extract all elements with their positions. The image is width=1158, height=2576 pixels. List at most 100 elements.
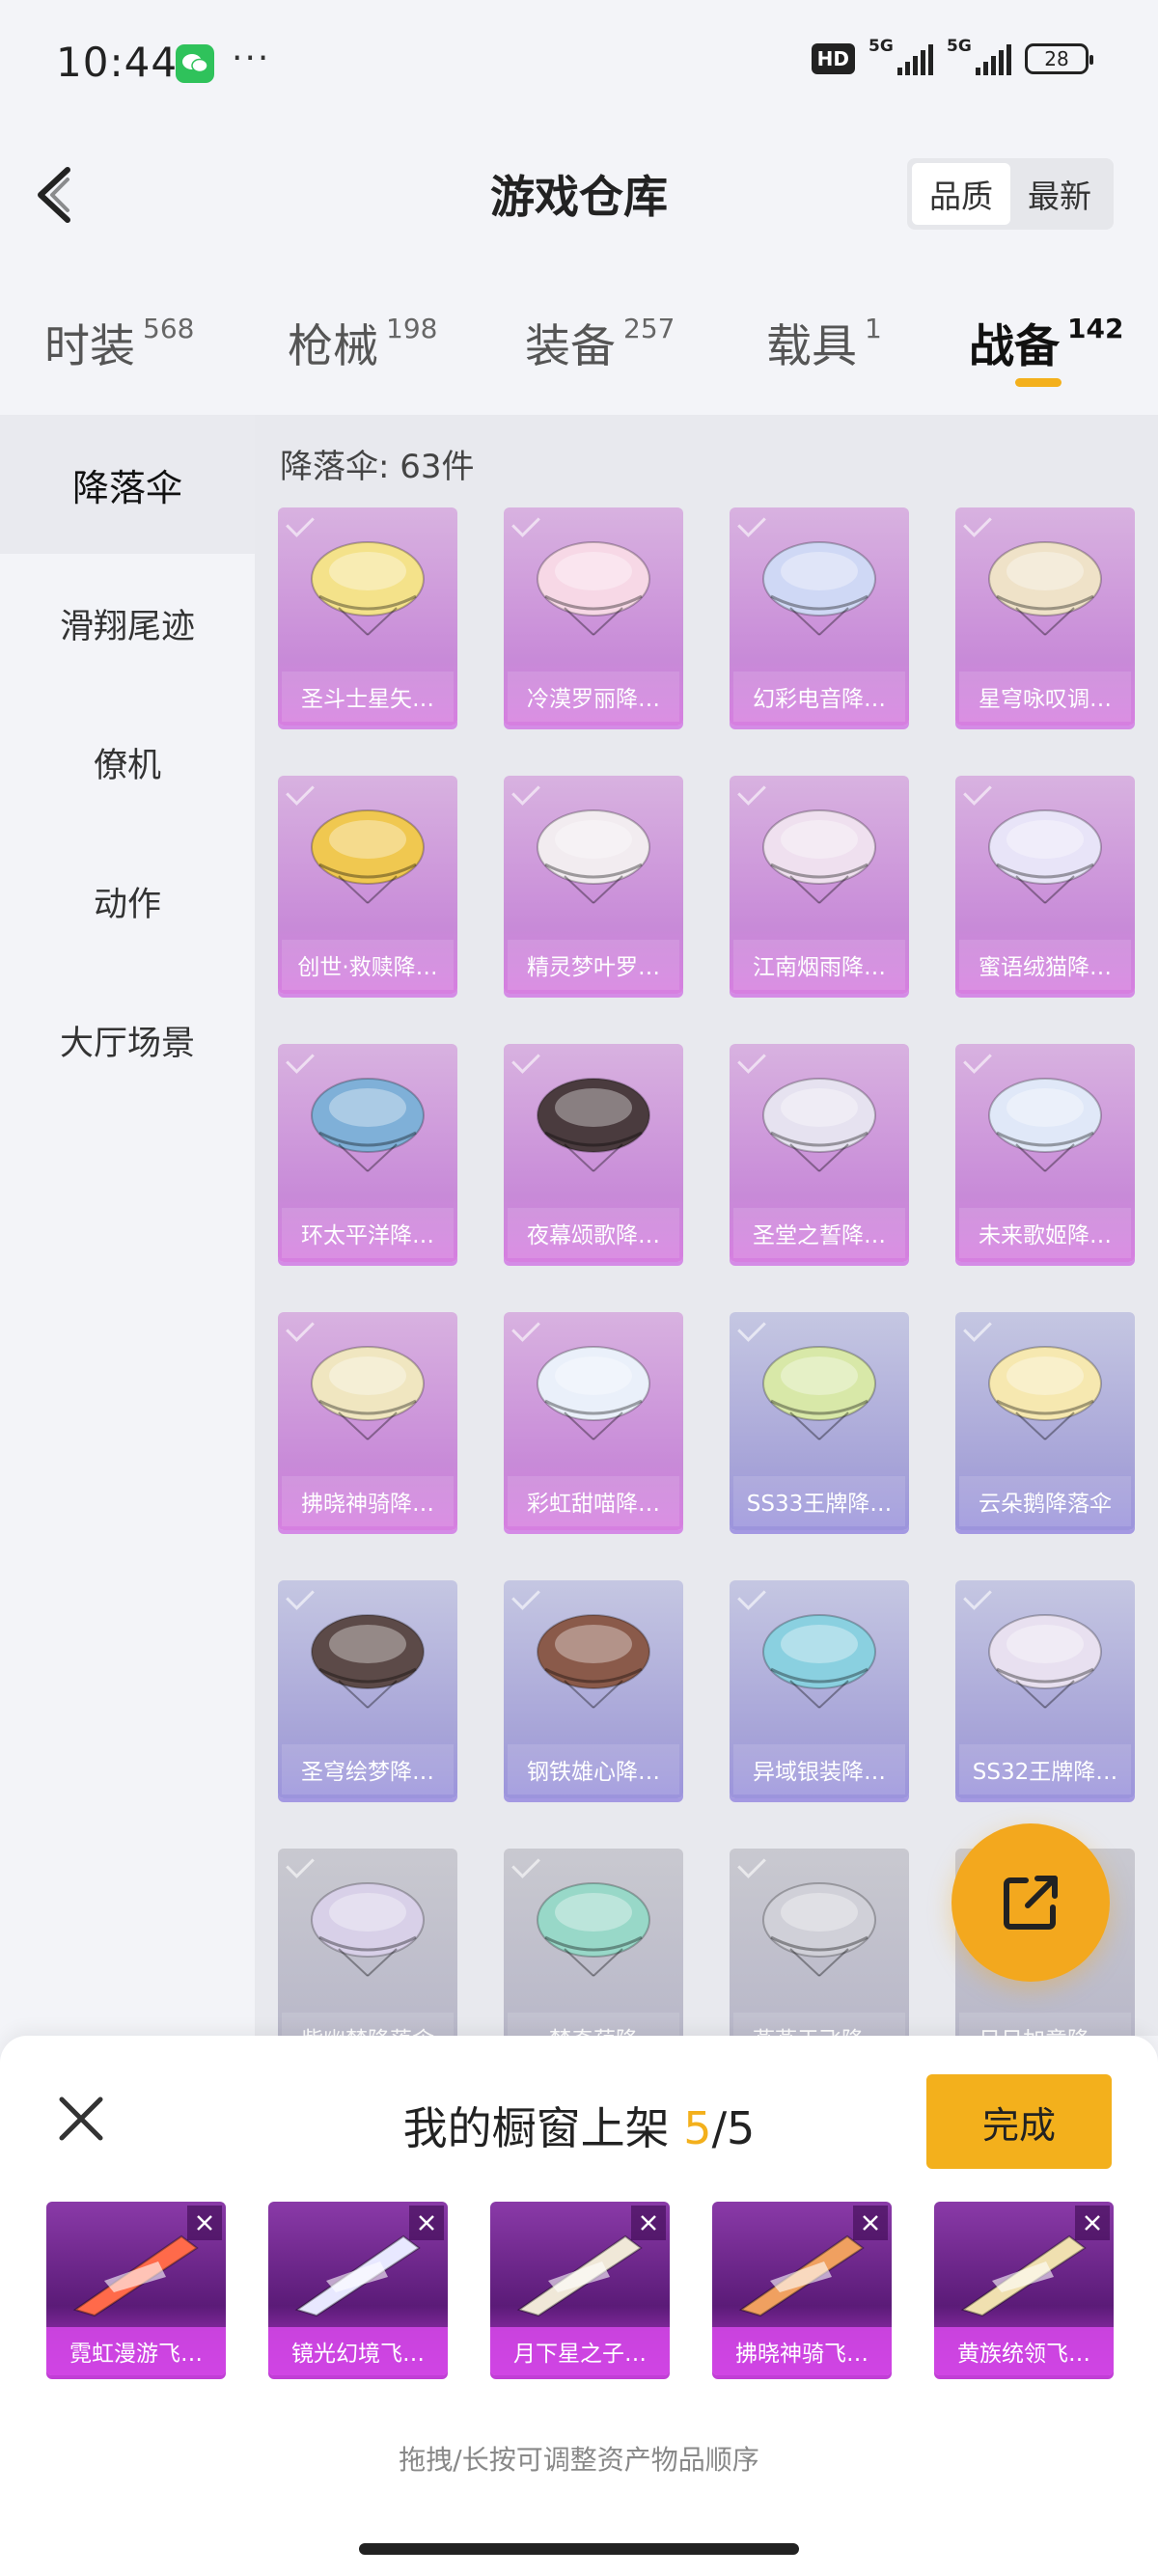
tab-label: 装备 xyxy=(525,320,616,373)
sidebar-item-lobby-scene[interactable]: 大厅场景 xyxy=(0,971,255,1110)
parachute-item-card[interactable]: 彩虹甜喵降… xyxy=(504,1312,683,1530)
more-status-icon: ··· xyxy=(232,39,271,78)
showcase-item-label: 镜光幻境飞… xyxy=(268,2327,448,2375)
sidebar-item-parachute[interactable]: 降落伞 xyxy=(0,415,255,554)
parachute-item-card[interactable]: 拂晓神骑降… xyxy=(278,1312,457,1530)
parachute-icon xyxy=(762,1882,876,1977)
parachute-item-card[interactable]: 精灵梦叶罗… xyxy=(504,776,683,994)
sidebar-item-glide-trail[interactable]: 滑翔尾迹 xyxy=(0,554,255,693)
tab-guns[interactable]: 枪械 198 xyxy=(288,309,437,375)
item-label: 星穹咏叹调… xyxy=(959,671,1131,722)
parachute-item-card[interactable]: 紫幽梦降落伞 xyxy=(278,1849,457,2036)
hd-voice-icon: HD xyxy=(811,43,855,74)
parachute-item-card[interactable]: 异域银装降… xyxy=(730,1580,909,1798)
parachute-icon xyxy=(762,541,876,636)
glider-icon xyxy=(294,2234,421,2317)
showcase-item-card[interactable]: 霓虹漫游飞… xyxy=(46,2202,226,2375)
parachute-item-card[interactable]: 钢铁雄心降… xyxy=(504,1580,683,1798)
parachute-item-card[interactable]: 江南烟雨降… xyxy=(730,776,909,994)
parachute-item-card[interactable]: 一梦奇葩降… xyxy=(504,1849,683,2036)
parachute-item-card[interactable]: 云朵鹅降落伞 xyxy=(955,1312,1135,1530)
category-tabs: 时装 568 枪械 198 装备 257 载具 1 战备 142 xyxy=(0,289,1158,415)
glider-icon xyxy=(960,2234,1087,2317)
showcase-shelf: 霓虹漫游飞… 镜光幻境飞… 月下星之子… 拂晓神骑飞… 黄族统领飞… xyxy=(46,2202,1117,2385)
sidebar: 降落伞 滑翔尾迹 僚机 动作 大厅场景 xyxy=(0,415,255,2036)
external-link-icon xyxy=(1004,1876,1058,1930)
status-bar: 10:44 ··· HD 5G 5G 28 xyxy=(0,0,1158,135)
battery-icon: 28 xyxy=(1025,43,1093,74)
showcase-item-card[interactable]: 镜光幻境飞… xyxy=(268,2202,448,2375)
parachute-icon xyxy=(311,1078,425,1172)
parachute-item-card[interactable]: 幻彩电音降… xyxy=(730,507,909,726)
glider-icon xyxy=(516,2234,643,2317)
parachute-item-card[interactable]: 环太平洋降… xyxy=(278,1044,457,1262)
showcase-item-card[interactable]: 月下星之子… xyxy=(490,2202,670,2375)
tab-count: 257 xyxy=(623,313,676,344)
parachute-item-card[interactable]: 燕燕于飞降… xyxy=(730,1849,909,2036)
glider-icon xyxy=(72,2234,199,2317)
item-label: 冷漠罗丽降… xyxy=(508,671,679,722)
parachute-item-card[interactable]: SS32王牌降… xyxy=(955,1580,1135,1798)
parachute-icon xyxy=(988,541,1102,636)
tab-readiness[interactable]: 战备 142 xyxy=(969,309,1123,375)
item-label: 夜幕颂歌降… xyxy=(508,1208,679,1258)
parachute-item-card[interactable]: 圣堂之誓降… xyxy=(730,1044,909,1262)
showcase-item-card[interactable]: 拂晓神骑飞… xyxy=(712,2202,892,2375)
item-label: 未来歌姬降… xyxy=(959,1208,1131,1258)
item-grid-panel: 降落伞: 63件 圣斗士星矢… 冷漠罗丽降… 幻彩电音降… 星穹咏叹调… 创世·救赎降…… xyxy=(255,415,1158,2036)
tab-count: 568 xyxy=(143,313,195,344)
parachute-icon xyxy=(537,1882,650,1977)
network-label-2: 5G xyxy=(947,37,972,56)
showcase-item-label: 月下星之子… xyxy=(490,2327,670,2375)
item-label: SS32王牌降… xyxy=(959,1744,1131,1795)
parachute-item-card[interactable]: 星穹咏叹调… xyxy=(955,507,1135,726)
parachute-icon xyxy=(762,1078,876,1172)
share-button[interactable] xyxy=(951,1823,1110,1982)
battery-level: 28 xyxy=(1044,47,1069,70)
sidebar-item-emote[interactable]: 动作 xyxy=(0,832,255,971)
sidebar-item-wingman[interactable]: 僚机 xyxy=(0,693,255,832)
sort-quality-button[interactable]: 品质 xyxy=(912,163,1010,225)
tab-count: 1 xyxy=(865,313,882,344)
item-label: 创世·救赎降… xyxy=(282,940,454,990)
tab-label: 枪械 xyxy=(288,320,378,373)
parachute-item-card[interactable]: 圣穹绘梦降… xyxy=(278,1580,457,1798)
item-label: 日日加意降… xyxy=(959,2013,1131,2036)
sort-latest-button[interactable]: 最新 xyxy=(1010,163,1109,225)
parachute-icon xyxy=(537,809,650,904)
item-label: 圣堂之誓降… xyxy=(733,1208,905,1258)
item-label: 燕燕于飞降… xyxy=(733,2013,905,2036)
tab-fashion[interactable]: 时装 568 xyxy=(44,309,194,375)
parachute-item-card[interactable]: 创世·救赎降… xyxy=(278,776,457,994)
network-label: 5G xyxy=(868,37,894,56)
showcase-sheet: 我的橱窗上架 5/5 完成 霓虹漫游飞… 镜光幻境飞… 月下星之子… 拂晓神骑飞… 黄族… xyxy=(0,2036,1158,2576)
parachute-item-card[interactable]: 夜幕颂歌降… xyxy=(504,1044,683,1262)
parachute-icon xyxy=(311,1882,425,1977)
showcase-item-label: 霓虹漫游飞… xyxy=(46,2327,226,2375)
parachute-item-card[interactable]: 圣斗士星矢… xyxy=(278,507,457,726)
showcase-count-current: 5 xyxy=(683,2102,712,2154)
showcase-item-card[interactable]: 黄族统领飞… xyxy=(934,2202,1114,2375)
parachute-icon xyxy=(311,1346,425,1440)
tab-equipment[interactable]: 装备 257 xyxy=(525,309,675,375)
item-label: 拂晓神骑降… xyxy=(282,1476,454,1526)
parachute-item-card[interactable]: SS33王牌降… xyxy=(730,1312,909,1530)
parachute-item-card[interactable]: 蜜语绒猫降… xyxy=(955,776,1135,994)
tab-vehicles[interactable]: 载具 1 xyxy=(766,309,882,375)
parachute-item-card[interactable]: 冷漠罗丽降… xyxy=(504,507,683,726)
showcase-count-total: /5 xyxy=(711,2102,756,2154)
item-label: 钢铁雄心降… xyxy=(508,1744,679,1795)
parachute-icon xyxy=(762,1614,876,1709)
item-label: 精灵梦叶罗… xyxy=(508,940,679,990)
item-label: SS33王牌降… xyxy=(733,1476,905,1526)
parachute-item-card[interactable]: 未来歌姬降… xyxy=(955,1044,1135,1262)
parachute-icon xyxy=(988,1614,1102,1709)
showcase-item-label: 拂晓神骑飞… xyxy=(712,2327,892,2375)
tab-count: 198 xyxy=(386,313,438,344)
home-indicator[interactable] xyxy=(359,2543,799,2555)
glider-icon xyxy=(738,2234,865,2317)
sheet-title-text: 我的橱窗上架 xyxy=(402,2102,670,2154)
done-button[interactable]: 完成 xyxy=(926,2074,1112,2169)
sort-toggle: 品质 最新 xyxy=(907,158,1114,230)
reorder-hint: 拖拽/长按可调整资产物品顺序 xyxy=(399,2444,759,2476)
